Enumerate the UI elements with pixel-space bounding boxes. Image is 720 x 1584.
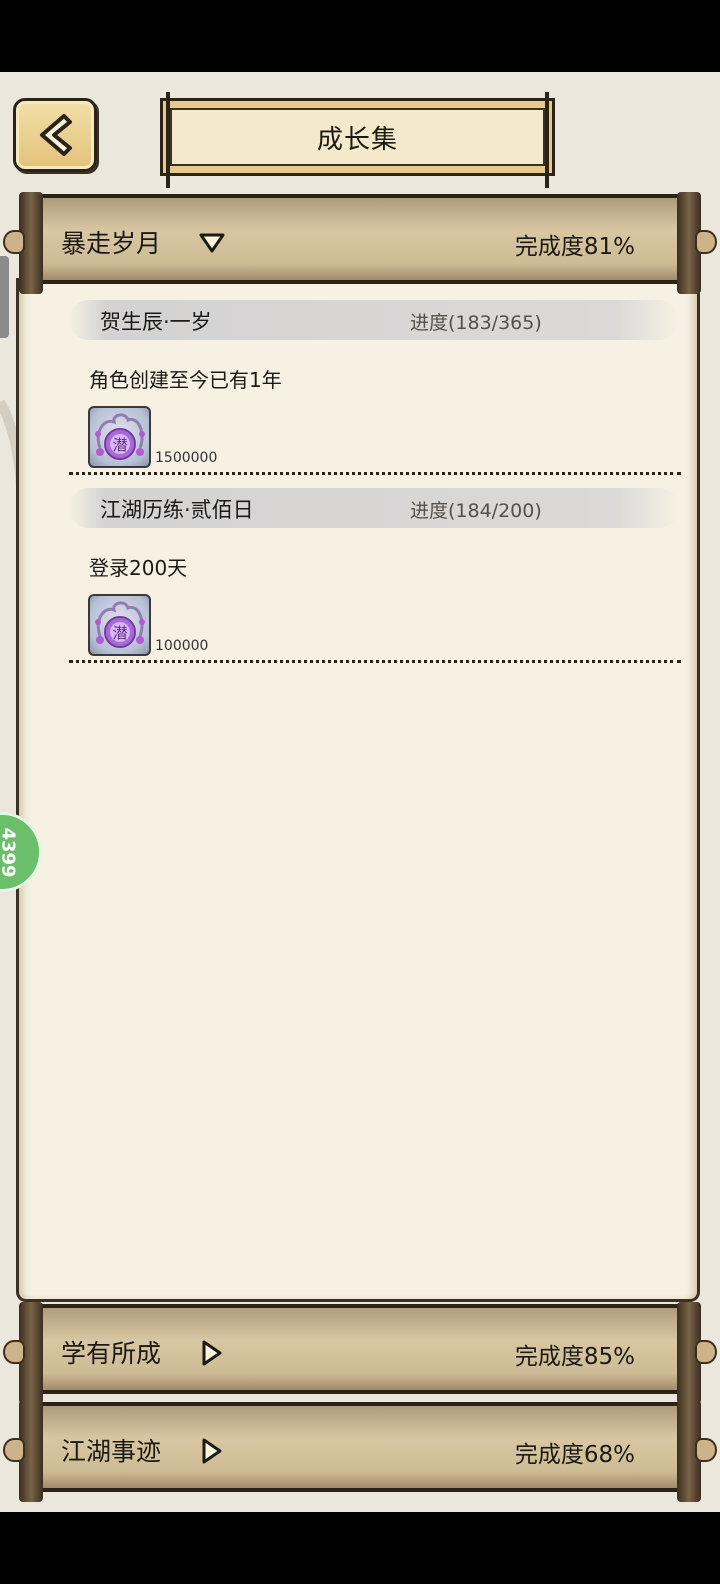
growth-screen: 成长集 贺生辰·一岁 进度(183/365) 角色创建至今已有1年 潜 1500… [0,72,720,1512]
potential-orb-icon[interactable]: 潜 [88,594,151,656]
scroll-knob-left [3,1438,25,1462]
task-description: 登录200天 [89,556,188,580]
plaque-rod-right [545,92,549,188]
section-content-panel: 贺生辰·一岁 进度(183/365) 角色创建至今已有1年 潜 1500000 … [16,278,700,1302]
task-divider [69,472,681,475]
title-plaque: 成长集 [160,92,555,188]
svg-text:潜: 潜 [112,436,127,454]
section-completion: 完成度85% [514,1344,635,1370]
chevron-left-icon [40,114,72,156]
section-label: 江湖事迹 [61,1437,162,1466]
side-tab-label: 4399 [0,826,19,878]
triangle-right-icon[interactable] [195,1436,229,1466]
scroll-knob-right [695,1438,717,1462]
orb-graphic: 潜 [95,601,145,648]
svg-text:潜: 潜 [112,624,127,642]
reward-count: 1500000 [155,450,218,466]
section-bar-jianghu-shiji[interactable]: 江湖事迹 完成度68% [3,1400,717,1502]
task-divider [69,660,681,663]
triangle-right-icon[interactable] [195,1338,229,1368]
scroll-knob-right [695,1340,717,1364]
potential-orb-icon[interactable]: 潜 [88,406,151,468]
section-completion: 完成度68% [514,1442,635,1468]
orb-graphic: 潜 [95,413,145,460]
task-name: 江湖历练·贰佰日 [100,498,254,522]
section-bar-xueyou-suocheng[interactable]: 学有所成 完成度85% [3,1302,717,1404]
section-label: 暴走岁月 [61,229,162,258]
plaque-rod-left [166,92,170,188]
section-completion: 完成度81% [514,234,635,260]
reward-count: 100000 [155,638,209,654]
triangle-down-icon[interactable] [195,228,229,258]
back-button[interactable] [13,98,97,172]
page-title: 成长集 [316,124,398,155]
task-progress: 进度(184/200) [410,500,542,522]
scroll-knob-left [3,230,25,254]
task-description: 角色创建至今已有1年 [89,368,282,392]
section-label: 学有所成 [61,1339,162,1368]
task-progress: 进度(183/365) [410,312,542,334]
scroll-knob-left [3,1340,25,1364]
left-edge-handle[interactable] [0,256,9,338]
navigation-bar [0,1512,720,1584]
status-bar [0,0,720,72]
scroll-knob-right [695,230,717,254]
section-bar-baozou-suiyue[interactable]: 暴走岁月 完成度81% [3,192,717,294]
task-name: 贺生辰·一岁 [100,310,212,334]
